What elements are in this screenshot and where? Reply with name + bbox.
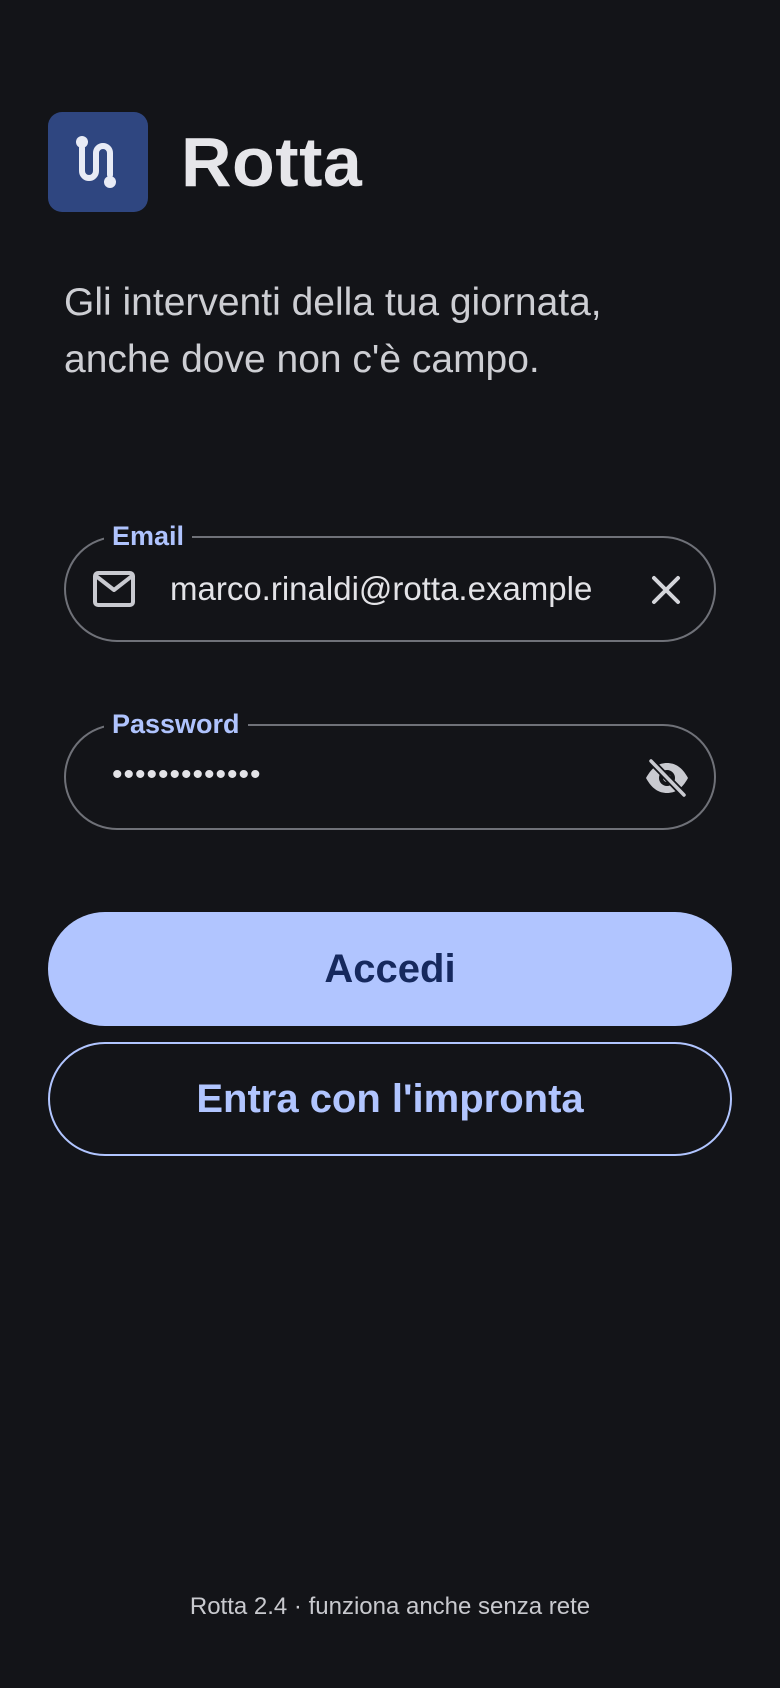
visibility-off-icon [646,758,688,798]
login-screen: Rotta Gli interventi della tua giornata,… [0,0,780,1688]
app-logo [48,112,148,212]
tagline-line-1: Gli interventi della tua giornata, [64,281,602,324]
mail-icon [93,571,135,607]
toggle-password-visibility-button[interactable] [642,754,692,802]
password-label: Password [104,707,248,741]
tagline: Gli interventi della tua giornata, anche… [64,274,744,388]
clear-email-button[interactable] [644,568,688,612]
email-label: Email [104,519,193,553]
clear-icon [652,576,680,604]
email-field[interactable]: Email marco.rinaldi@rotta.example [64,519,716,642]
email-input[interactable]: marco.rinaldi@rotta.example [170,568,592,610]
route-icon [76,136,116,188]
password-input[interactable]: ••••••••••••• [112,754,262,796]
login-button[interactable]: Accedi [48,912,732,1026]
fingerprint-login-button[interactable]: Entra con l'impronta [48,1042,732,1156]
password-field[interactable]: Password ••••••••••••• [64,707,716,830]
app-title: Rotta [181,123,363,201]
footer-version-text: Rotta 2.4 · funziona anche senza rete [189,1593,591,1620]
brand-header: Rotta [48,112,362,212]
tagline-line-2: anche dove non c'è campo. [64,338,540,381]
